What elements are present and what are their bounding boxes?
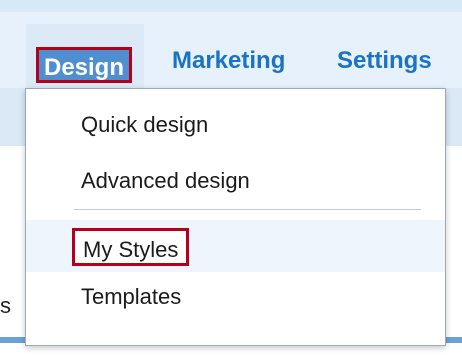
top-navigation: Design Marketing Settings — [0, 12, 462, 100]
nav-tab-marketing[interactable]: Marketing — [172, 47, 285, 75]
design-dropdown-menu: Quick design Advanced design My Styles T… — [25, 88, 446, 346]
menu-item-my-styles-row[interactable]: My Styles — [26, 220, 445, 272]
nav-design-label: Design — [36, 47, 132, 83]
menu-item-templates[interactable]: Templates — [81, 284, 181, 310]
menu-item-advanced-design[interactable]: Advanced design — [81, 168, 250, 194]
menu-divider — [74, 209, 421, 210]
menu-item-my-styles[interactable]: My Styles — [72, 228, 190, 266]
partial-background-text: s — [0, 293, 11, 318]
page-top-strip — [0, 0, 462, 12]
menu-item-quick-design[interactable]: Quick design — [81, 112, 208, 138]
nav-tab-settings[interactable]: Settings — [337, 47, 432, 75]
